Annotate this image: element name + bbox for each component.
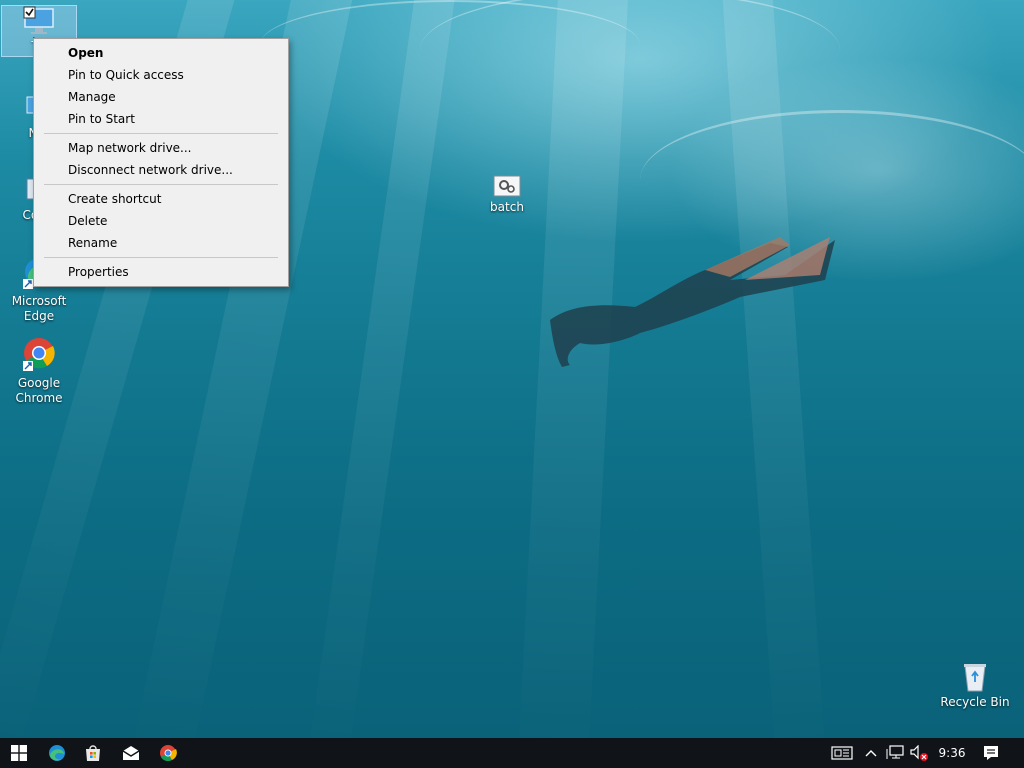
menu-item-rename[interactable]: Rename xyxy=(34,232,288,254)
menu-item-pin-to-start[interactable]: Pin to Start xyxy=(34,108,288,130)
desktop-icon-recycle-bin[interactable]: Recycle Bin xyxy=(937,662,1013,710)
desktop-icon-label: Recycle Bin xyxy=(940,695,1010,709)
menu-item-delete[interactable]: Delete xyxy=(34,210,288,232)
action-center-icon xyxy=(984,746,998,760)
google-chrome-icon xyxy=(160,745,177,762)
batch-file-icon xyxy=(493,175,521,197)
menu-item-properties[interactable]: Properties xyxy=(34,261,288,283)
menu-item-disconnect-network-drive[interactable]: Disconnect network drive... xyxy=(34,159,288,181)
news-icon xyxy=(831,746,853,760)
network-tray-button[interactable] xyxy=(884,738,906,768)
taskbar: 9:36 xyxy=(0,738,1024,768)
clock[interactable]: 9:36 xyxy=(934,738,970,768)
google-chrome-icon xyxy=(23,337,55,373)
menu-item-pin-to-quick-access[interactable]: Pin to Quick access xyxy=(34,64,288,86)
mail-icon xyxy=(122,746,140,760)
news-widget-button[interactable] xyxy=(828,738,856,768)
volume-muted-icon xyxy=(910,745,928,761)
network-icon xyxy=(886,745,904,759)
menu-separator xyxy=(44,184,278,185)
menu-item-map-network-drive[interactable]: Map network drive... xyxy=(34,137,288,159)
desktop-icon-batch[interactable]: batch xyxy=(469,175,545,215)
volume-tray-button[interactable] xyxy=(908,738,930,768)
menu-item-create-shortcut[interactable]: Create shortcut xyxy=(34,188,288,210)
taskbar-mail-button[interactable] xyxy=(112,738,150,768)
taskbar-edge-button[interactable] xyxy=(38,738,76,768)
surface-wave xyxy=(260,0,640,90)
desktop-icon-label: Google Chrome xyxy=(15,376,63,405)
microsoft-store-icon xyxy=(86,745,100,761)
menu-separator xyxy=(44,257,278,258)
desktop-icon-label: batch xyxy=(490,200,524,214)
this-pc-icon xyxy=(23,6,55,36)
diver-silhouette xyxy=(550,237,835,367)
context-menu: Open Pin to Quick access Manage Pin to Star… xyxy=(33,38,289,287)
desktop[interactable]: Th Net Contr Microsoft Edge xyxy=(0,0,1024,738)
menu-separator xyxy=(44,133,278,134)
windows-icon xyxy=(11,745,27,761)
action-center-button[interactable] xyxy=(976,738,1006,768)
taskbar-store-button[interactable] xyxy=(74,738,112,768)
start-button[interactable] xyxy=(0,738,38,768)
desktop-icon-label: Microsoft Edge xyxy=(11,294,67,323)
chevron-up-icon xyxy=(865,750,877,757)
desktop-icon-google-chrome[interactable]: Google Chrome xyxy=(1,337,77,406)
menu-item-open[interactable]: Open xyxy=(34,42,288,64)
microsoft-edge-icon xyxy=(49,745,65,761)
taskbar-chrome-button[interactable] xyxy=(149,738,187,768)
menu-item-manage[interactable]: Manage xyxy=(34,86,288,108)
show-hidden-icons-button[interactable] xyxy=(862,738,880,768)
light-ray xyxy=(306,0,460,738)
recycle-bin-icon xyxy=(961,662,989,692)
